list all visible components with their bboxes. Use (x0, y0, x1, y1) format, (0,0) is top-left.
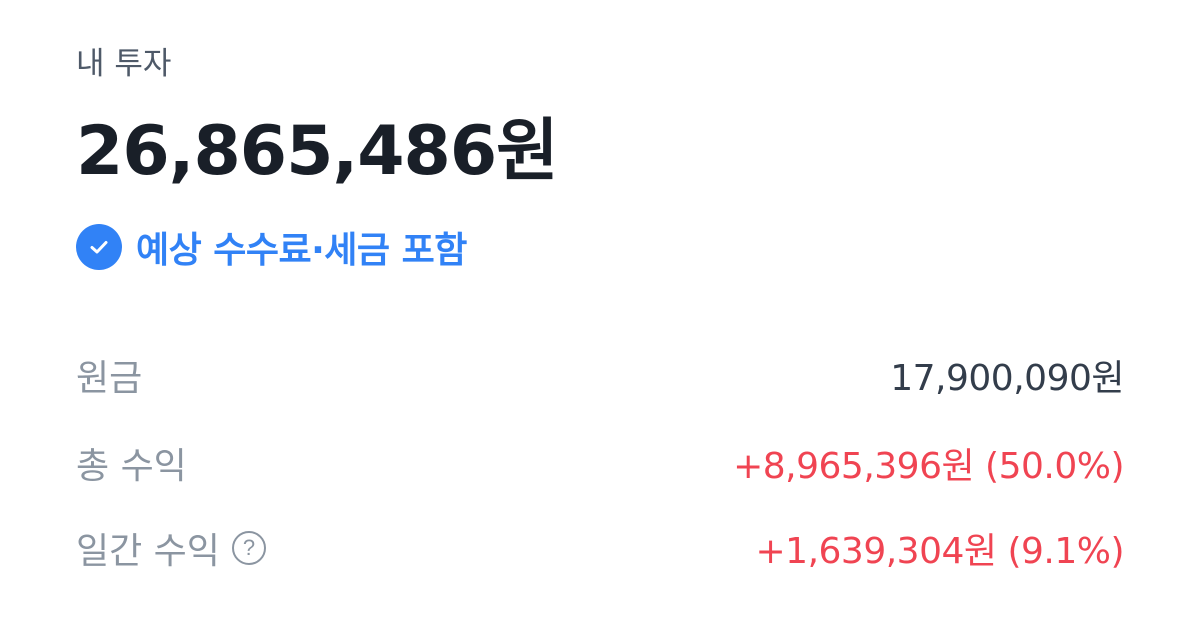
fee-note-label: 예상 수수료·세금 포함 (136, 230, 467, 271)
principal-label: 원금 (76, 358, 143, 399)
daily-return-label: 일간 수익 (76, 531, 220, 572)
total-return-value: +8,965,396원 (50.0%) (733, 446, 1124, 487)
total-return-label: 총 수익 (76, 446, 187, 487)
total-amount: 26,865,486원 (76, 112, 559, 191)
daily-return-label-group: 일간 수익 ? (76, 522, 266, 574)
daily-return-value: +1,639,304원 (9.1%) (755, 531, 1125, 572)
principal-value: 17,900,090원 (890, 358, 1124, 399)
help-icon[interactable]: ? (231, 531, 266, 565)
check-circle-icon (76, 224, 122, 270)
daily-return-row: 일간 수익 ? +1,639,304원 (9.1%) (76, 518, 1124, 578)
fee-note-toggle[interactable]: 예상 수수료·세금 포함 (76, 222, 467, 272)
principal-row: 원금 17,900,090원 (76, 345, 1124, 405)
total-return-row: 총 수익 +8,965,396원 (50.0%) (76, 433, 1124, 493)
section-title: 내 투자 (76, 46, 172, 82)
